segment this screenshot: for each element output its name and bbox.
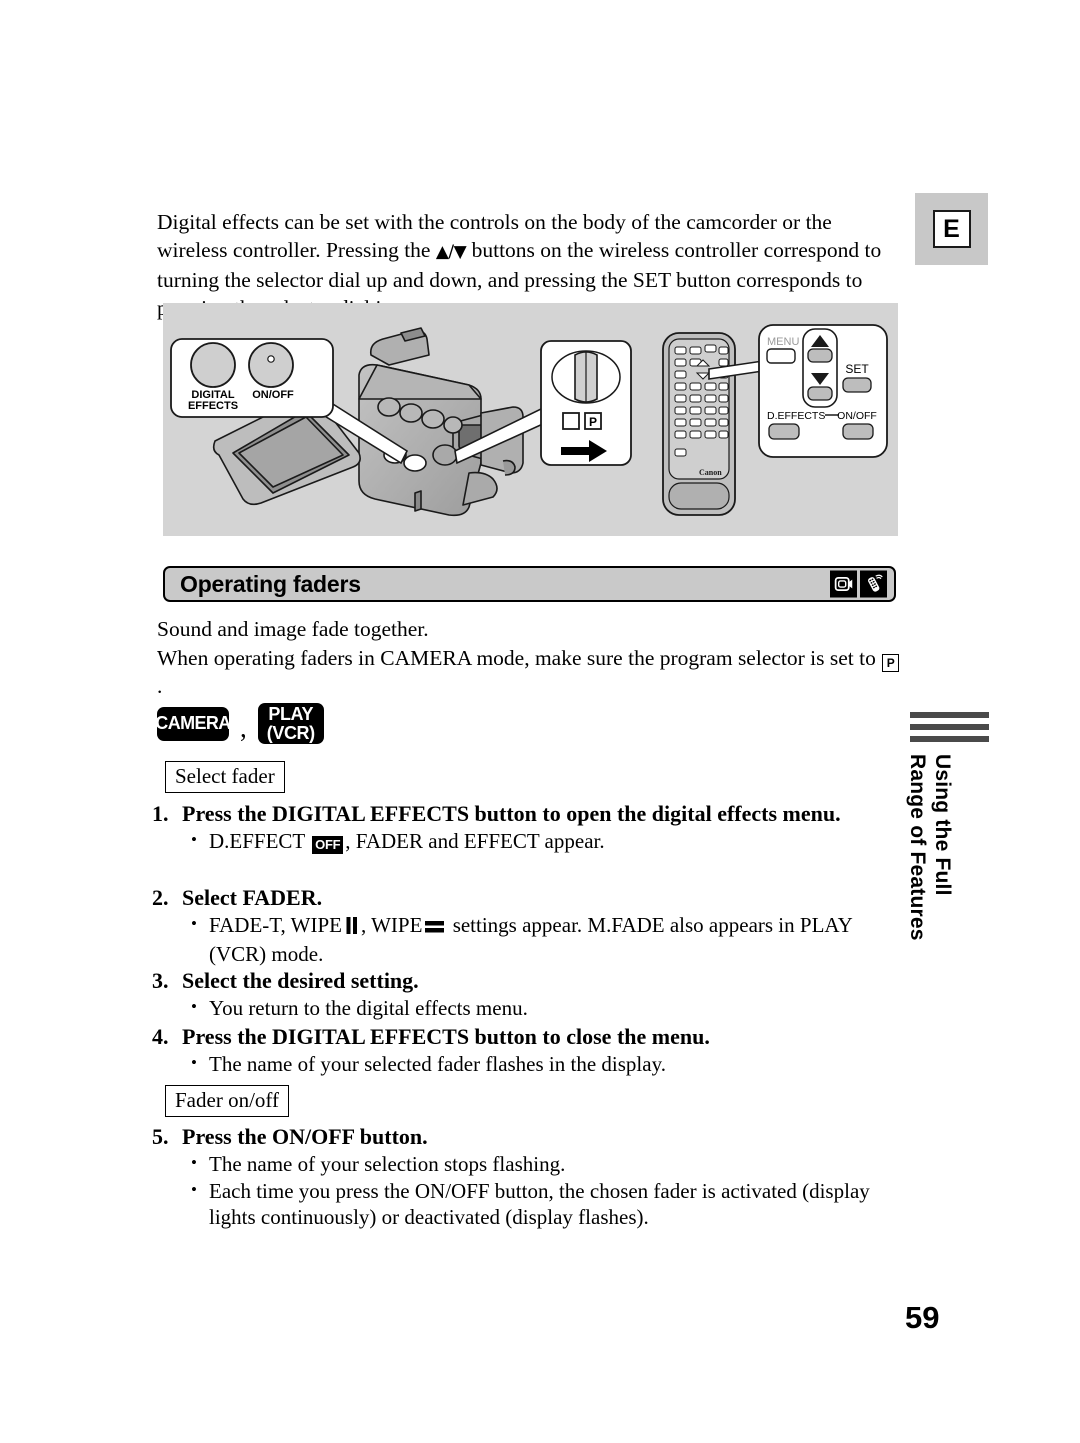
step-1: 1. Press the DIGITAL EFFECTS button to o… [152,800,902,855]
camcorder-remote-illustration: DIGITAL EFFECTS ON/OFF P Canon MENU SET … [170,324,888,517]
step-2-heading: 2. Select FADER. [152,884,902,912]
step-2-bullet-part-b: , WIPE [360,913,423,937]
wipe-vertical-glyph [345,914,358,941]
step-5-bullet-2: Each time you press the ON/OFF button, t… [191,1177,902,1231]
mode-badge-camera: CAMERA [155,706,231,741]
body-line-2-text: When operating faders in CAMERA mode, ma… [157,645,882,670]
step-4: 4. Press the DIGITAL EFFECTS button to c… [152,1023,902,1078]
step-2-bullet-1: FADE-T, WIPE, WIPE settings appear. M.FA… [191,911,902,967]
step-1-bullets: D.EFFECT OFF, FADER and EFFECT appear. [152,827,902,855]
step-2-bullets: FADE-T, WIPE, WIPE settings appear. M.FA… [152,911,902,967]
remote-menu-label: MENU [767,336,799,348]
step-5-number: 5. [152,1124,169,1149]
svg-text:EFFECTS: EFFECTS [188,400,238,412]
step-2: 2. Select FADER. FADE-T, WIPE, WIPE sett… [152,884,902,967]
step-1-bullet-prefix: D.EFFECT [209,829,311,853]
body-line-2-end: . [157,674,163,698]
mode-badge-separator: , [240,713,247,743]
up-down-arrows-glyph: ▲/▼ [435,241,467,262]
step-4-bullet-1: The name of your selected fader flashes … [191,1050,902,1078]
mode-badge-play-vcr: PLAY (VCR) [257,703,324,744]
step-4-title: Press the DIGITAL EFFECTS button to clos… [182,1024,710,1049]
step-1-number: 1. [152,801,169,826]
step-5-bullet-1: The name of your selection stops flashin… [191,1150,902,1178]
wireless-controller-icon [860,570,887,598]
chapter-tab-bars [910,712,989,742]
body-line-1: Sound and image fade together. [157,617,429,641]
off-badge-glyph: OFF [312,836,344,854]
mode-badges: CAMERA , PLAY (VCR) [155,703,324,744]
camcorder-icon-glyph [834,577,853,591]
chapter-tab: Using the Full Range of Features [905,712,1001,969]
wipe-horizontal-glyph [425,914,445,941]
language-badge: E [932,210,971,248]
step-2-number: 2. [152,885,169,910]
chapter-tab-label: Using the Full Range of Features [906,754,954,941]
mode-badge-play-line1: PLAY [268,703,314,724]
callout-remote-buttons: MENU SET D.EFFECTS ON/OFF [758,324,888,458]
step-3-bullet-1: You return to the digital effects menu. [191,994,902,1022]
remote-set-label: SET [845,362,869,376]
remote-brand-label: Canon [699,468,722,477]
page-number: 59 [905,1300,940,1335]
step-1-bullet-1: D.EFFECT OFF, FADER and EFFECT appear. [191,827,902,855]
callout-digital-effects: DIGITAL EFFECTS ON/OFF [170,338,334,418]
callout-program-selector: P [540,340,632,466]
step-4-heading: 4. Press the DIGITAL EFFECTS button to c… [152,1023,902,1051]
program-mode-p-glyph: P [882,653,900,672]
mode-badge-play-line2: (VCR) [266,722,315,743]
body-line-2: When operating faders in CAMERA mode, ma… [157,644,902,701]
svg-text:P: P [589,415,597,429]
chapter-tab-bar-2 [910,724,989,730]
step-5: 5. Press the ON/OFF button. The name of … [152,1123,902,1231]
section-title: Operating faders [180,570,361,597]
step-3-heading: 3. Select the desired setting. [152,967,902,995]
step-5-title: Press the ON/OFF button. [182,1124,428,1149]
step-2-title: Select FADER. [182,885,323,910]
step-1-heading: 1. Press the DIGITAL EFFECTS button to o… [152,800,902,828]
step-1-bullet-suffix: , FADER and EFFECT appear. [345,829,605,853]
chapter-tab-bar-1 [910,712,989,718]
section-header-icons [830,570,887,598]
language-badge-container: E [915,193,988,265]
step-3: 3. Select the desired setting. You retur… [152,967,902,1022]
illustration-panel: DIGITAL EFFECTS ON/OFF P Canon MENU SET … [163,303,898,536]
camcorder-icon [830,570,857,598]
step-1-title: Press the DIGITAL EFFECTS button to open… [182,801,841,826]
wireless-controller-icon-glyph [868,574,883,592]
wireless-controller-drawing: Canon [662,332,736,516]
step-5-bullets: The name of your selection stops flashin… [152,1150,902,1231]
remote-onoff-label: ON/OFF [837,410,877,422]
step-4-number: 4. [152,1024,169,1049]
step-3-title: Select the desired setting. [182,968,419,993]
step-2-bullet-part-a: FADE-T, WIPE [209,913,342,937]
step-5-heading: 5. Press the ON/OFF button. [152,1123,902,1151]
chapter-tab-bar-3 [910,736,989,742]
section-body-copy: Sound and image fade together. When oper… [157,615,902,701]
svg-text:ON/OFF: ON/OFF [252,389,294,401]
section-header: Operating faders [163,566,896,602]
step-4-bullets: The name of your selected fader flashes … [152,1050,902,1078]
caption-select-fader: Select fader [165,761,285,793]
step-3-bullets: You return to the digital effects menu. [152,994,902,1022]
step-3-number: 3. [152,968,169,993]
caption-fader-onoff: Fader on/off [165,1085,290,1117]
remote-deffects-label: D.EFFECTS [767,410,825,422]
